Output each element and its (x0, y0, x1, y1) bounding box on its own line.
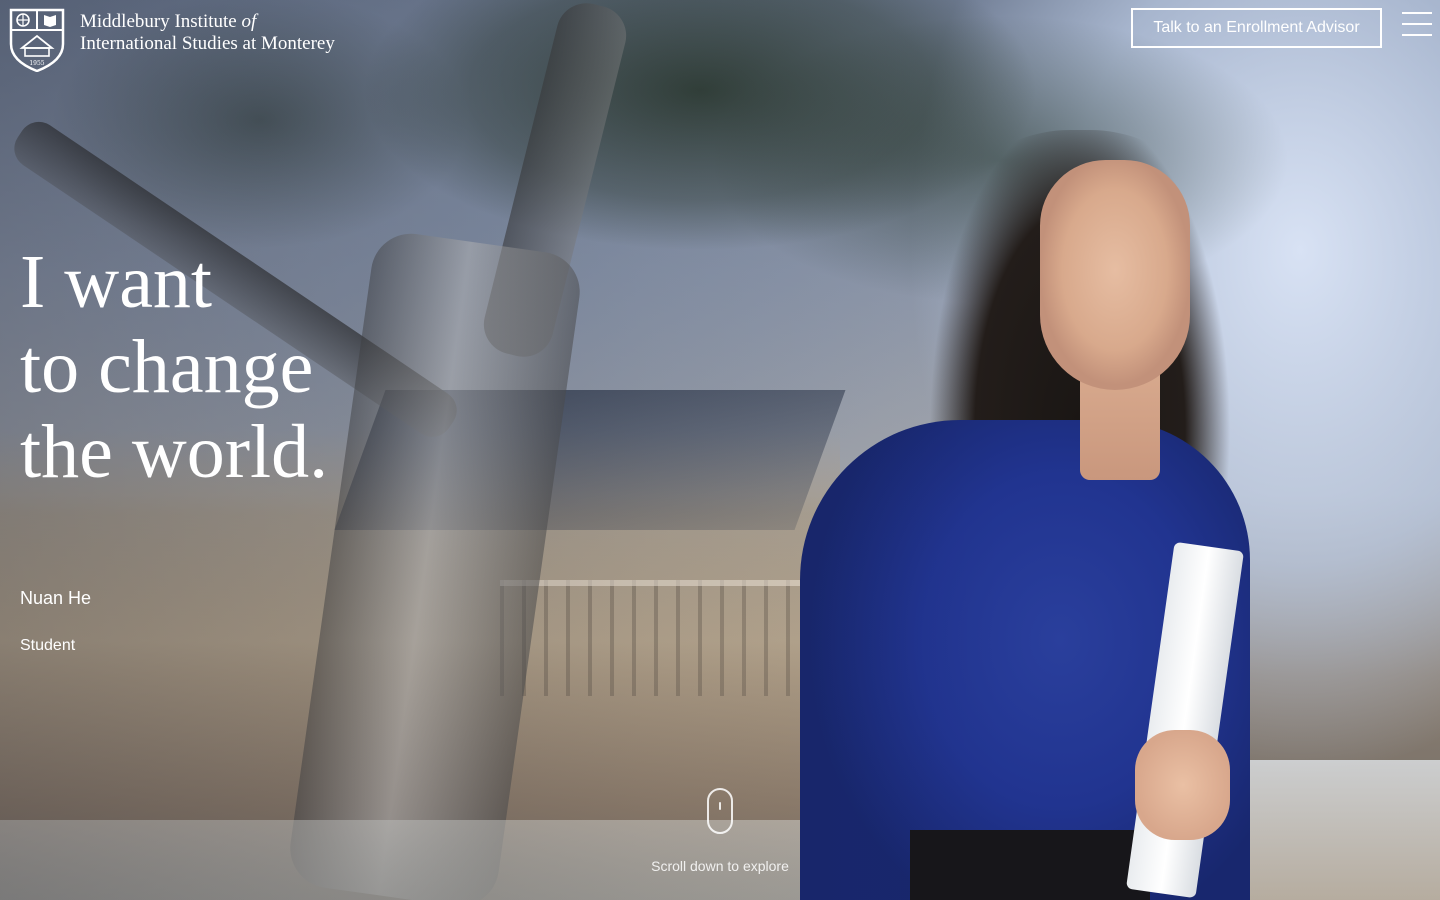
hero-section: 1955 Middlebury Institute of Internation… (0, 0, 1440, 900)
scroll-indicator[interactable]: Scroll down to explore (620, 788, 820, 874)
mouse-icon (707, 788, 733, 834)
crest-icon: 1955 (9, 8, 65, 72)
headline-line-1: I want (20, 240, 213, 324)
headline-line-2: to change (20, 325, 314, 409)
enrollment-advisor-button[interactable]: Talk to an Enrollment Advisor (1131, 8, 1382, 48)
site-logo[interactable]: 1955 Middlebury Institute of Internation… (8, 8, 335, 72)
hero-headline: I want to change the world. (20, 240, 328, 495)
logo-text: Middlebury Institute of International St… (80, 11, 335, 55)
svg-text:1955: 1955 (29, 60, 44, 67)
scroll-label: Scroll down to explore (651, 858, 789, 874)
logo-line2: International Studies at Monterey (80, 33, 335, 54)
logo-line1-italic: of (241, 11, 257, 32)
headline-line-3: the world. (20, 410, 329, 494)
person-name: Nuan He (20, 588, 92, 608)
person-role: Student (20, 637, 76, 654)
logo-line1: Middlebury Institute (80, 11, 237, 32)
hamburger-menu-icon[interactable] (1402, 12, 1432, 36)
